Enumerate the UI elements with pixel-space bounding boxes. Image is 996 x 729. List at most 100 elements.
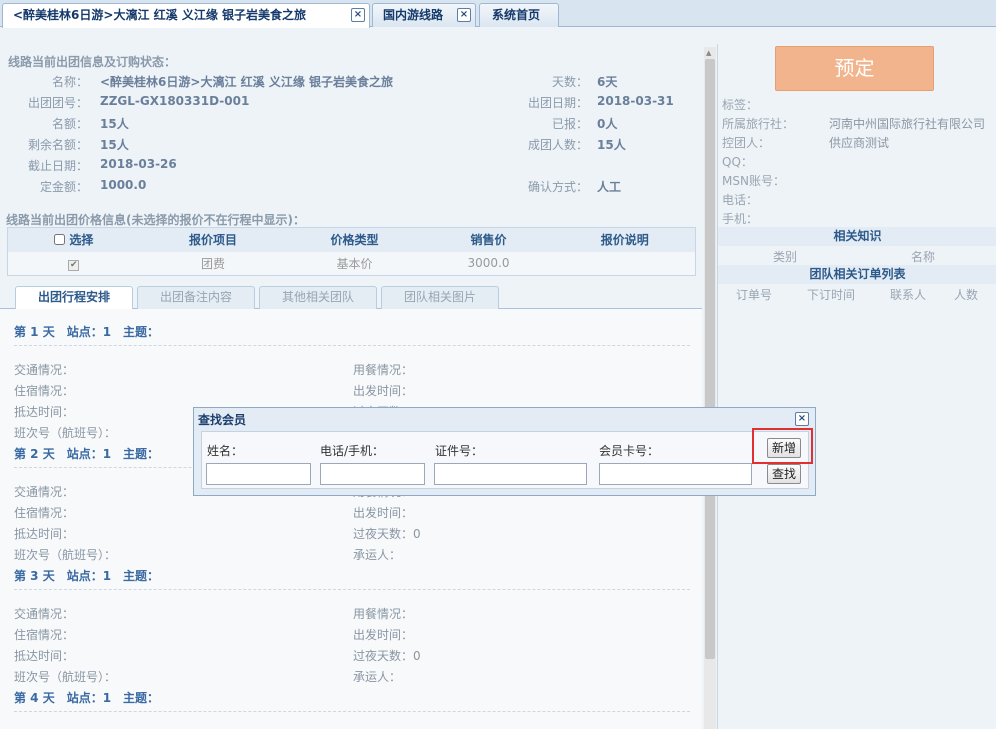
knowledge-title: 相关知识 (718, 227, 996, 246)
day-heading: 第 3 天 站点：1 主题： (14, 569, 160, 583)
cell-price: 3000.0 (422, 251, 555, 276)
tab-domestic-routes[interactable]: 国内游线路 × (372, 3, 476, 27)
quota-label: 名额： (51, 117, 88, 131)
hotel-label: 住宿情况： (14, 506, 75, 520)
scroll-thumb[interactable] (705, 59, 715, 659)
days-value: 6天 (597, 75, 618, 89)
close-icon[interactable]: × (351, 8, 365, 22)
date-label: 出团日期： (527, 96, 588, 110)
overnight-label: 过夜天数：0 (353, 649, 421, 663)
orders-col-time: 下订时间 (807, 288, 856, 302)
tab-route-detail[interactable]: <醉美桂林6日游>大漓江 红溪 义江缘 银子岩美食之旅 × (2, 3, 370, 28)
column-header-select: 选择 (7, 227, 140, 252)
day-heading: 第 1 天 站点：1 主题： (14, 325, 160, 339)
itinerary-tabs: 出团行程安排 出团备注内容 其他相关团队 团队相关图片 (0, 284, 702, 309)
orders-col-number: 订单号 (736, 288, 773, 302)
column-header-note: 报价说明 (554, 227, 696, 252)
name-label: 名称： (51, 75, 88, 89)
flight-label: 班次号（航班号）： (14, 670, 117, 684)
controller-label: 控团人： (722, 136, 771, 150)
column-header-price: 销售价 (422, 227, 555, 252)
table-row: ✔ 团费 基本价 3000.0 (7, 251, 696, 276)
depart-label: 出发时间： (353, 628, 414, 642)
cell-type: 基本价 (286, 251, 423, 276)
meal-label: 用餐情况： (353, 363, 414, 377)
overnight-label: 过夜天数：0 (353, 527, 421, 541)
scroll-up-icon[interactable]: ▲ (706, 49, 711, 57)
tab-itinerary[interactable]: 出团行程安排 (15, 286, 133, 309)
group-no-label: 出团团号： (27, 96, 88, 110)
flight-label: 班次号（航班号）： (14, 548, 117, 562)
dialog-body: 姓名： 电话/手机： 证件号： 会员卡号： 新增 查找 (201, 431, 809, 489)
search-button[interactable]: 查找 (767, 464, 801, 484)
carrier-label: 承运人： (353, 670, 402, 684)
qq-label: QQ： (722, 155, 753, 169)
book-button[interactable]: 预定 (775, 46, 934, 91)
tab-label: <醉美桂林6日游>大漓江 红溪 义江缘 银子岩美食之旅 (13, 8, 306, 22)
knowledge-col-name: 名称 (911, 250, 936, 264)
column-header-item: 报价项目 (139, 227, 287, 252)
deposit-value: 1000.0 (100, 178, 147, 192)
id-number-input[interactable] (434, 463, 587, 485)
tag-label: 标签： (722, 98, 759, 112)
divider (14, 589, 690, 590)
id-field-label: 证件号： (435, 444, 484, 458)
arrive-label: 抵达时间： (14, 527, 75, 541)
price-table: 选择 报价项目 价格类型 销售价 报价说明 ✔ 团费 基本价 3000.0 (7, 227, 696, 276)
name-value: <醉美桂林6日游>大漓江 红溪 义江缘 银子岩美食之旅 (100, 75, 393, 89)
phone-field-label: 电话/手机： (320, 444, 385, 458)
phone-input[interactable] (320, 463, 425, 485)
days-label: 天数： (551, 75, 588, 89)
meal-label: 用餐情况： (353, 607, 414, 621)
min-value: 15人 (597, 138, 626, 152)
confirm-label: 确认方式： (527, 180, 588, 194)
tab-notes[interactable]: 出团备注内容 (137, 286, 255, 309)
section-title-price: 线路当前出团价格信息(未选择的报价不在行程中显示)： (6, 213, 305, 227)
tab-home[interactable]: 系统首页 (479, 3, 559, 27)
member-card-input[interactable] (599, 463, 752, 485)
hotel-label: 住宿情况： (14, 628, 75, 642)
name-input[interactable] (206, 463, 311, 485)
cell-note (554, 251, 696, 276)
traffic-label: 交通情况： (14, 363, 75, 377)
find-member-dialog: 查找会员 × 姓名： 电话/手机： 证件号： 会员卡号： 新增 查找 (193, 407, 816, 496)
divider (14, 711, 690, 712)
remain-label: 剩余名额： (27, 138, 88, 152)
orders-col-count: 人数 (954, 288, 979, 302)
traffic-label: 交通情况： (14, 485, 75, 499)
vertical-scrollbar[interactable]: ▲ (704, 47, 716, 729)
card-field-label: 会员卡号： (599, 444, 660, 458)
deadline-value: 2018-03-26 (100, 157, 177, 171)
name-field-label: 姓名： (207, 444, 244, 458)
row-checkbox[interactable]: ✔ (7, 251, 140, 276)
arrive-label: 抵达时间： (14, 649, 75, 663)
agency-label: 所属旅行社： (722, 117, 795, 131)
close-icon[interactable]: × (795, 412, 809, 426)
traffic-label: 交通情况： (14, 607, 75, 621)
depart-label: 出发时间： (353, 384, 414, 398)
phone-label: 电话： (722, 193, 759, 207)
tab-group-images[interactable]: 团队相关图片 (381, 286, 499, 309)
orders-col-contact: 联系人 (890, 288, 927, 302)
column-header-type: 价格类型 (286, 227, 423, 252)
divider (14, 345, 690, 346)
tab-other-groups[interactable]: 其他相关团队 (259, 286, 377, 309)
right-sidebar: 预定 标签： 所属旅行社： 河南中州国际旅行社有限公司 控团人： 供应商测试 Q… (717, 44, 996, 729)
depart-label: 出发时间： (353, 506, 414, 520)
msn-label: MSN账号： (722, 174, 785, 188)
dialog-title: 查找会员 (198, 413, 247, 427)
select-all-checkbox[interactable] (54, 234, 66, 246)
knowledge-col-category: 类别 (773, 250, 798, 264)
price-table-header: 选择 报价项目 价格类型 销售价 报价说明 (7, 227, 696, 252)
carrier-label: 承运人： (353, 548, 402, 562)
deadline-label: 截止日期： (27, 159, 88, 173)
date-value: 2018-03-31 (597, 94, 674, 108)
remain-value: 15人 (100, 138, 129, 152)
hotel-label: 住宿情况： (14, 384, 75, 398)
min-label: 成团人数： (527, 138, 588, 152)
cell-item: 团费 (139, 251, 287, 276)
reported-value: 0人 (597, 117, 618, 131)
quota-value: 15人 (100, 117, 129, 131)
close-icon[interactable]: × (457, 8, 471, 22)
tab-bar: <醉美桂林6日游>大漓江 红溪 义江缘 银子岩美食之旅 × 国内游线路 × 系统… (0, 0, 996, 28)
